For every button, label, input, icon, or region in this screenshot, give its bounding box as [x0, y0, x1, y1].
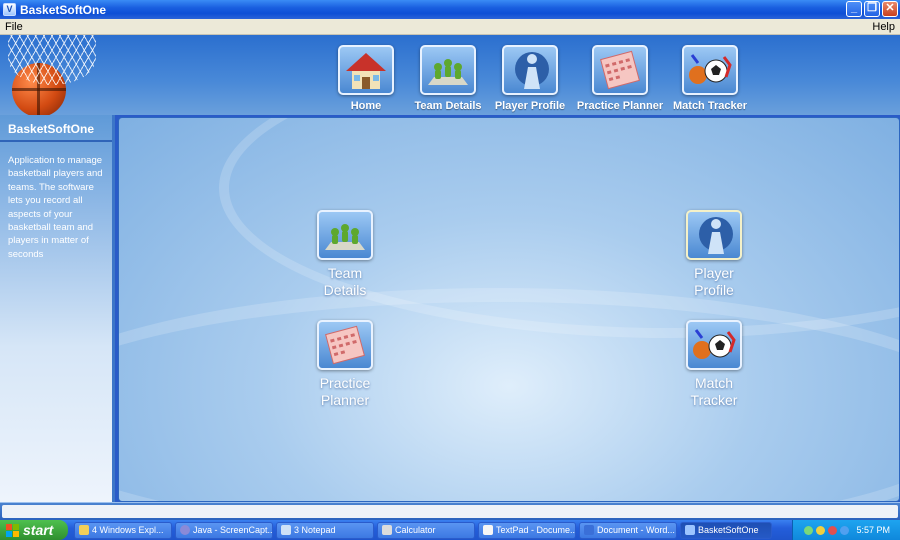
tile-label-line: Tracker: [690, 392, 738, 408]
messenger-icon[interactable]: [840, 525, 850, 535]
menu-file[interactable]: File: [5, 21, 23, 33]
sidebar: BasketSoftOne Application to manage bask…: [0, 115, 115, 502]
windows-flag-icon: [6, 523, 19, 537]
tile-team-details[interactable]: Team Details: [285, 210, 405, 299]
close-button[interactable]: ✕: [882, 1, 898, 17]
task-label: 3 Notepad: [294, 525, 336, 535]
maximize-button[interactable]: ❐: [864, 1, 880, 17]
calendar-icon: [317, 320, 373, 370]
task-notepad[interactable]: 3 Notepad: [276, 521, 374, 539]
nav-home[interactable]: Home: [321, 45, 411, 115]
tile-practice-planner-label: Practice Planner: [285, 375, 405, 409]
start-label: start: [23, 522, 54, 538]
nav-practice-planner-label: Practice Planner: [576, 100, 664, 112]
header-band: Home Team Details Player Profile Practic…: [0, 35, 900, 115]
title-bar[interactable]: V BasketSoftOne _ ❐ ✕: [0, 0, 900, 19]
player-silhouette-icon: [686, 210, 742, 260]
nav-practice-planner[interactable]: Practice Planner: [575, 45, 665, 115]
tile-match-tracker[interactable]: Match Tracker: [654, 320, 774, 409]
volume-icon[interactable]: [816, 525, 826, 535]
nav-team-details-label: Team Details: [414, 100, 482, 112]
app-icon: V: [3, 3, 16, 16]
soccer-ball-icon: [682, 45, 738, 95]
sidebar-description: Application to manage basketball players…: [8, 155, 103, 260]
tile-practice-planner[interactable]: Practice Planner: [285, 320, 405, 409]
calculator-icon: [382, 525, 392, 535]
minimize-button[interactable]: _: [846, 1, 862, 17]
calendar-icon: [592, 45, 648, 95]
team-figures-icon: [317, 210, 373, 260]
tile-label-line: Profile: [694, 282, 734, 298]
task-basketsoftone[interactable]: BasketSoftOne: [680, 521, 772, 539]
house-icon: [338, 45, 394, 95]
app-icon: [685, 525, 695, 535]
task-label: Calculator: [395, 525, 436, 535]
java-icon: [180, 525, 190, 535]
tile-label-line: Details: [323, 282, 367, 298]
nav-match-tracker[interactable]: Match Tracker: [665, 45, 755, 115]
task-label: BasketSoftOne: [698, 525, 759, 535]
nav-home-label: Home: [350, 100, 382, 112]
sidebar-title: BasketSoftOne: [0, 115, 112, 142]
menu-help[interactable]: Help: [872, 21, 895, 33]
window-title: BasketSoftOne: [20, 2, 107, 17]
task-calculator[interactable]: Calculator: [377, 521, 475, 539]
network-icon[interactable]: [804, 525, 814, 535]
nav-team-details[interactable]: Team Details: [403, 45, 493, 115]
tile-label-line: Match: [694, 375, 734, 391]
basketball-logo: [2, 35, 102, 115]
tile-label-line: Team: [327, 265, 363, 281]
task-word[interactable]: Document - Word...: [579, 521, 677, 539]
tile-label-line: Practice: [319, 375, 371, 391]
tile-team-details-label: Team Details: [285, 265, 405, 299]
security-icon[interactable]: [828, 525, 838, 535]
team-figures-icon: [420, 45, 476, 95]
word-icon: [584, 525, 594, 535]
main-panel: Team Details Player Profile Practice Pla…: [118, 117, 900, 502]
task-java[interactable]: Java - ScreenCapt...: [175, 521, 273, 539]
tile-label-line: Planner: [320, 392, 370, 408]
system-tray: 5:57 PM: [792, 520, 900, 540]
tile-label-line: Player: [694, 265, 734, 281]
net-graphic: [8, 35, 96, 85]
nav-match-tracker-label: Match Tracker: [673, 100, 747, 112]
window-controls: _ ❐ ✕: [846, 1, 898, 17]
status-bar: [0, 502, 900, 520]
folder-icon: [79, 525, 89, 535]
task-textpad[interactable]: TextPad - Docume...: [478, 521, 576, 539]
task-label: Document - Word...: [597, 525, 675, 535]
clock[interactable]: 5:57 PM: [856, 525, 890, 535]
task-windows-explorer[interactable]: 4 Windows Expl...: [74, 521, 172, 539]
task-label: TextPad - Docume...: [496, 525, 576, 535]
nav-player-profile[interactable]: Player Profile: [485, 45, 575, 115]
nav-player-profile-label: Player Profile: [494, 100, 566, 112]
start-button[interactable]: start: [0, 520, 68, 540]
task-label: 4 Windows Expl...: [92, 525, 164, 535]
textpad-icon: [483, 525, 493, 535]
soccer-ball-icon: [686, 320, 742, 370]
taskbar: start 4 Windows Expl... Java - ScreenCap…: [0, 520, 900, 540]
taskbar-tasks: 4 Windows Expl... Java - ScreenCapt... 3…: [74, 521, 772, 539]
task-label: Java - ScreenCapt...: [193, 525, 273, 535]
player-silhouette-icon: [502, 45, 558, 95]
notepad-icon: [281, 525, 291, 535]
status-bar-field: [2, 505, 898, 518]
menu-bar: File Help: [0, 19, 900, 35]
tile-player-profile[interactable]: Player Profile: [654, 210, 774, 299]
tile-match-tracker-label: Match Tracker: [654, 375, 774, 409]
tile-player-profile-label: Player Profile: [654, 265, 774, 299]
